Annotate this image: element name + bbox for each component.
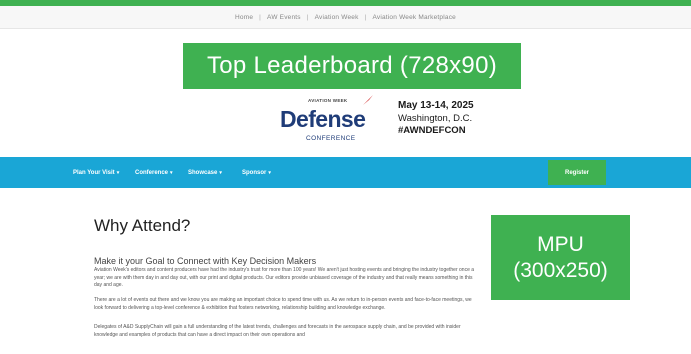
body-paragraph-3: Delegates of A&D SupplyChain will gain a…: [94, 324, 461, 338]
mpu-ad-line-2: (300x250): [513, 258, 608, 282]
event-hashtag: #AWNDEFCON: [398, 125, 466, 136]
section-subtitle: Make it your Goal to Connect with Key De…: [94, 256, 317, 266]
top-leaderboard-ad[interactable]: Top Leaderboard (728x90): [183, 43, 521, 89]
nav-item-label: Sponsor: [242, 169, 267, 176]
event-date: May 13-14, 2025: [398, 100, 474, 111]
nav-item-sponsor[interactable]: Sponsor ▾: [242, 157, 271, 188]
nav-item-label: Conference: [135, 169, 169, 176]
nav-item-plan-your-visit[interactable]: Plan Your Visit ▾: [73, 157, 119, 188]
chevron-down-icon: ▾: [268, 169, 271, 176]
defense-conference-logo[interactable]: AVIATION WEEK Defense CONFERENCE: [280, 95, 380, 148]
mpu-ad-line-1: MPU: [537, 232, 584, 256]
utility-link-aviation-week[interactable]: Aviation Week: [315, 14, 359, 21]
nav-item-showcase[interactable]: Showcase ▾: [188, 157, 222, 188]
chevron-down-icon: ▾: [170, 169, 173, 176]
register-button[interactable]: Register: [548, 160, 606, 185]
logo-name-text: Defense: [280, 106, 366, 132]
utility-separator: |: [364, 13, 367, 21]
utility-link-marketplace[interactable]: Aviation Week Marketplace: [372, 14, 456, 21]
nav-item-label: Showcase: [188, 169, 218, 176]
logo-sub-text: CONFERENCE: [306, 135, 356, 142]
event-info: May 13-14, 2025 Washington, D.C. #AWNDEF…: [398, 100, 548, 138]
chevron-down-icon: ▾: [116, 169, 120, 176]
body-paragraph-2: There are a lot of events out there and …: [94, 297, 472, 311]
nav-item-conference[interactable]: Conference ▾: [135, 157, 173, 188]
utility-nav: Home | AW Events | Aviation Week | Aviat…: [0, 6, 691, 29]
chevron-down-icon: ▾: [219, 169, 222, 176]
mpu-ad[interactable]: MPU (300x250): [491, 215, 630, 300]
nav-item-label: Plan Your Visit: [73, 169, 115, 176]
logo-swoosh-icon: [363, 95, 373, 105]
logo-brand-text: AVIATION WEEK: [308, 98, 348, 103]
utility-separator: |: [306, 13, 309, 21]
utility-link-home[interactable]: Home: [235, 14, 253, 21]
utility-separator: |: [259, 13, 262, 21]
utility-link-aw-events[interactable]: AW Events: [267, 14, 301, 21]
event-location: Washington, D.C.: [398, 112, 473, 124]
page-title: Why Attend?: [94, 216, 191, 235]
